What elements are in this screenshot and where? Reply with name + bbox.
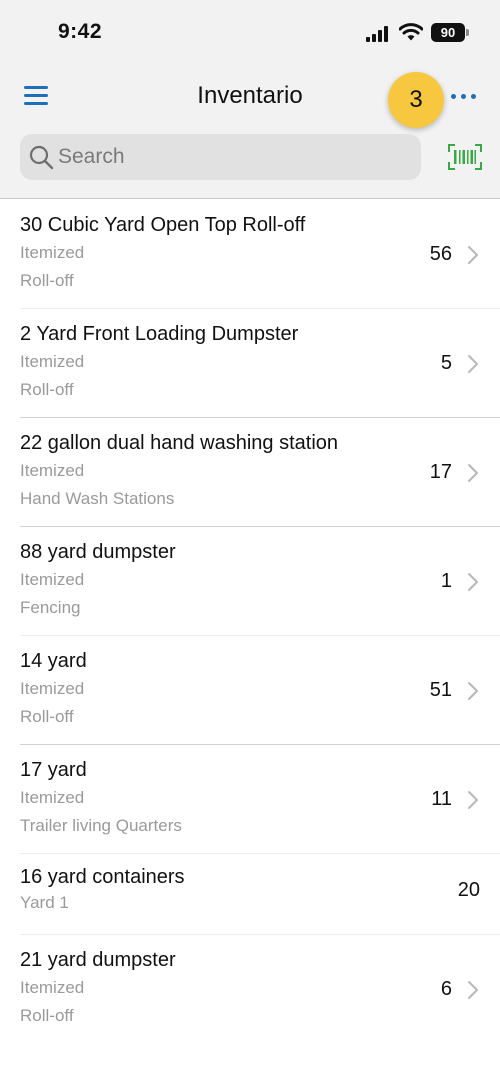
item-name: 16 yard containers — [20, 866, 185, 888]
item-name: 88 yard dumpster — [20, 541, 176, 563]
chevron-right-icon — [468, 246, 478, 264]
list-item[interactable]: 88 yard dumpster Itemized Fencing 1 — [0, 527, 500, 636]
chevron-right-icon — [468, 981, 478, 999]
item-category: Trailer living Quarters — [20, 816, 182, 835]
item-category: Roll-off — [20, 271, 74, 290]
item-type: Itemized — [20, 570, 85, 589]
item-category: Roll-off — [20, 707, 74, 726]
item-count: 17 — [429, 461, 452, 483]
ellipsis-icon[interactable] — [449, 86, 479, 106]
item-count: 1 — [440, 570, 452, 592]
item-type: Itemized — [20, 243, 85, 262]
item-type: Itemized — [20, 788, 85, 807]
list-item[interactable]: 30 Cubic Yard Open Top Roll-off Itemized… — [0, 200, 500, 309]
item-type: Yard 1 — [20, 893, 69, 912]
status-bar: 9:42 90 — [0, 0, 500, 66]
list-item[interactable]: 21 yard dumpster Itemized Roll-off 6 — [0, 935, 500, 1044]
search-input[interactable] — [58, 134, 408, 180]
list-item[interactable]: 17 yard Itemized Trailer living Quarters… — [0, 745, 500, 854]
item-type: Itemized — [20, 352, 85, 371]
top-bar: 9:42 90 Inventario 3 — [0, 0, 500, 199]
item-category: Roll-off — [20, 380, 74, 399]
search-bar[interactable] — [20, 134, 421, 180]
page-title: Inventario — [197, 82, 303, 109]
chevron-right-icon — [468, 464, 478, 482]
item-type: Itemized — [20, 978, 85, 997]
chevron-right-icon — [468, 573, 478, 591]
item-name: 14 yard — [20, 650, 87, 672]
item-name: 21 yard dumpster — [20, 949, 176, 971]
list-item[interactable]: 14 yard Itemized Roll-off 51 — [0, 636, 500, 745]
item-count: 51 — [429, 679, 452, 701]
list-item[interactable]: 2 Yard Front Loading Dumpster Itemized R… — [0, 309, 500, 418]
hamburger-menu-icon[interactable] — [24, 86, 48, 106]
item-name: 17 yard — [20, 759, 87, 781]
inventory-list: 30 Cubic Yard Open Top Roll-off Itemized… — [0, 200, 500, 1044]
cellular-signal-icon — [366, 26, 390, 42]
chevron-right-icon — [468, 791, 478, 809]
chevron-right-icon — [468, 682, 478, 700]
list-item[interactable]: 16 yard containers Yard 1 20 — [0, 854, 500, 935]
battery-icon: 90 — [431, 23, 465, 42]
item-count: 11 — [431, 788, 452, 810]
item-count: 20 — [457, 879, 480, 901]
item-count: 6 — [440, 978, 452, 1000]
chevron-right-icon — [468, 355, 478, 373]
item-name: 30 Cubic Yard Open Top Roll-off — [20, 214, 306, 236]
item-name: 2 Yard Front Loading Dumpster — [20, 323, 299, 345]
battery-tip — [466, 29, 469, 36]
item-name: 22 gallon dual hand washing station — [20, 432, 339, 454]
status-time: 9:42 — [58, 20, 103, 43]
wifi-icon — [399, 23, 423, 41]
notification-badge[interactable]: 3 — [388, 72, 444, 128]
item-category: Roll-off — [20, 1006, 74, 1025]
item-category: Fencing — [20, 598, 81, 617]
item-type: Itemized — [20, 679, 85, 698]
item-count: 56 — [429, 243, 452, 265]
list-item[interactable]: 22 gallon dual hand washing station Item… — [0, 418, 500, 527]
item-type: Itemized — [20, 461, 85, 480]
magnifier-icon — [29, 145, 54, 170]
barcode-icon[interactable] — [448, 144, 482, 170]
item-category: Hand Wash Stations — [20, 489, 175, 508]
item-count: 5 — [440, 352, 452, 374]
